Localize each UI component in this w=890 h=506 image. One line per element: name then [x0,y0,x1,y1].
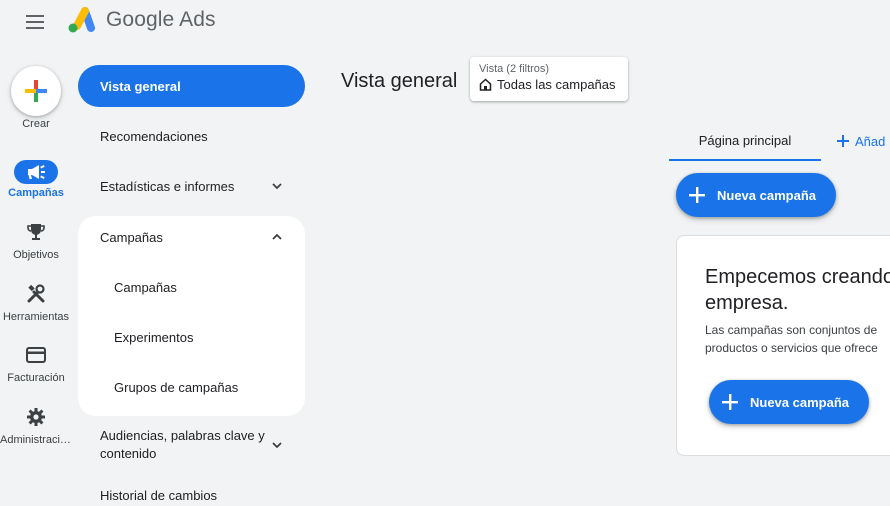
nav-label-overview: Vista general [100,78,181,94]
credit-card-icon [26,347,46,363]
rail-label-tools: Herramientas [2,311,70,323]
plus-icon [722,394,738,410]
rail-label-campaigns: Campañas [8,187,64,199]
nav-item-recommendations[interactable]: Recomendaciones [78,115,305,157]
tab-home[interactable]: Página principal [669,121,821,161]
nav-sub-item-campaigns[interactable]: Campañas [78,267,305,307]
google-ads-logo[interactable] [66,6,96,34]
gear-icon [27,408,45,426]
create-button[interactable] [11,66,61,116]
rail-item-tools[interactable]: Herramientas [0,282,72,323]
rail-label-admin: Administración [0,434,72,446]
trophy-icon [27,224,45,240]
rail-item-objectives[interactable]: Objetivos [0,220,72,261]
brand-name: Google Ads [106,8,216,31]
tab-add[interactable]: Añad [837,121,885,161]
nav-sub-label: Experimentos [114,329,194,345]
card-description: Las campañas son conjuntos de productos … [705,323,878,355]
nav-item-history[interactable]: Historial de cambios [78,474,305,506]
chevron-up-icon [272,233,282,240]
rail-item-billing[interactable]: Facturación [0,343,72,384]
tab-home-label: Página principal [698,132,792,148]
new-campaign-button[interactable]: Nueva campaña [676,173,836,217]
card-new-campaign-button[interactable]: Nueva campaña [709,380,869,424]
chevron-down-icon [272,442,282,449]
new-campaign-label: Nueva campaña [717,187,816,203]
nav-sub-label: Campañas [114,279,177,295]
plus-icon [689,187,705,203]
hamburger-menu-icon [26,15,44,29]
megaphone-icon [28,165,45,179]
nav-item-audiences[interactable]: Audiencias, palabras clave y contenido [78,424,305,466]
nav-item-campaigns[interactable]: Campañas [78,216,305,258]
page-title: Vista general [341,70,458,92]
nav-sub-label: Grupos de campañas [114,379,239,395]
nav-sub-item-experiments[interactable]: Experimentos [78,317,305,357]
nav-label-history: Historial de cambios [100,487,218,503]
rail-item-campaigns[interactable]: Campañas [0,160,72,199]
view-filter-label: Vista (2 filtros) [479,63,550,75]
nav-sub-item-campaign-groups[interactable]: Grupos de campañas [78,367,305,407]
nav-label-audiences: Audiencias, palabras clave y contenido [100,428,265,461]
view-filter-value: Todas las campañas [497,77,616,92]
nav-item-stats[interactable]: Estadísticas e informes [78,165,305,207]
create-label: Crear [22,118,50,130]
home-icon [479,78,492,91]
card-new-campaign-label: Nueva campaña [750,394,849,410]
view-filter-selector[interactable]: Vista (2 filtros) Todas las campañas [470,57,628,101]
chevron-down-icon [272,183,282,190]
nav-label-recommendations: Recomendaciones [100,128,208,144]
plus-icon [837,135,849,147]
tab-add-label: Añad [855,133,886,149]
tools-icon [27,284,45,303]
main-menu-button[interactable] [18,8,52,36]
rail-label-billing: Facturación [7,372,65,384]
plus-icon [25,80,47,102]
rail-label-objectives: Objetivos [13,249,59,261]
nav-label-stats: Estadísticas e informes [100,178,235,194]
nav-item-overview[interactable]: Vista general [78,65,305,107]
nav-label-campaigns: Campañas [100,229,163,245]
card-title: Empecemos creando empresa. [705,266,890,314]
rail-item-admin[interactable]: Administración [0,405,72,446]
